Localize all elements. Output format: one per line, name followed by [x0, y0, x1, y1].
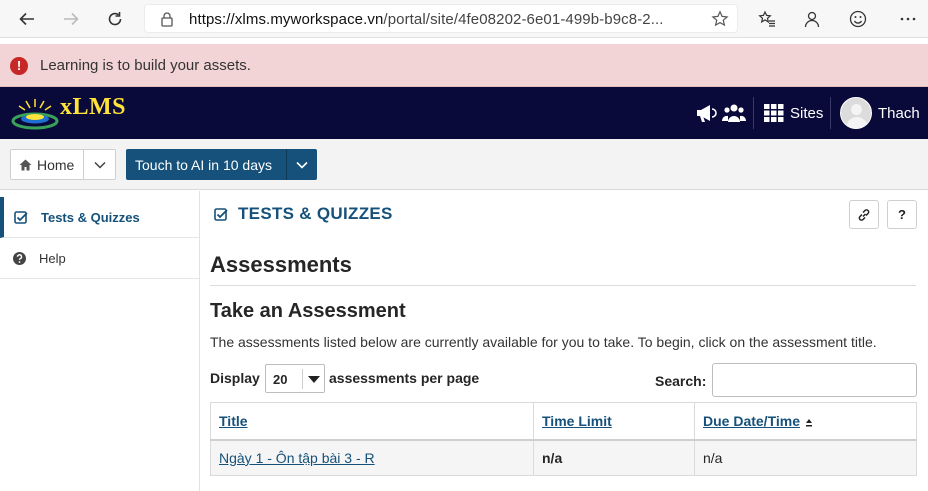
sidebar-item-label: Tests & Quizzes — [41, 209, 140, 225]
assessment-title-cell: Ngày 1 - Ôn tập bài 3 - R — [210, 439, 534, 476]
url-text: https://xlms.myworkspace.vn/portal/site/… — [189, 11, 664, 28]
grid-icon — [764, 104, 784, 122]
search-input[interactable] — [712, 363, 917, 397]
motd-message: Learning is to build your assets. — [40, 57, 251, 74]
column-header-time-limit[interactable]: Time Limit — [533, 402, 695, 441]
feedback-smiley-icon[interactable] — [847, 8, 869, 30]
table-row: Ngày 1 - Ôn tập bài 3 - R n/a n/a — [210, 439, 917, 476]
home-icon — [19, 159, 32, 170]
sort-by-due-date-link[interactable]: Due Date/Time — [703, 413, 800, 429]
browser-toolbar: https://xlms.myworkspace.vn/portal/site/… — [0, 0, 928, 38]
message-of-the-day-banner: ! Learning is to build your assets. — [0, 44, 928, 87]
megaphone-icon[interactable] — [694, 102, 718, 124]
more-menu-icon[interactable] — [897, 8, 919, 30]
sort-ascending-icon — [806, 418, 812, 427]
tool-title-text: TESTS & QUIZZES — [238, 204, 393, 223]
caret-down-icon — [308, 376, 320, 383]
question-circle-icon — [13, 251, 26, 265]
page-size-value: 20 — [273, 372, 288, 387]
column-header-due-date[interactable]: Due Date/Time — [694, 402, 917, 441]
profile-icon[interactable] — [801, 8, 823, 30]
section-heading: Take an Assessment — [210, 300, 406, 322]
chevron-down-icon — [296, 161, 308, 169]
lock-icon — [161, 12, 173, 27]
back-icon[interactable] — [14, 6, 40, 32]
refresh-icon[interactable] — [102, 6, 128, 32]
column-header-title[interactable]: Title — [210, 402, 534, 441]
assessments-table: Title Time Limit Due Date/Time Ngày 1 - … — [210, 402, 917, 476]
user-name: Thach — [878, 104, 920, 122]
help-button-label: ? — [898, 207, 906, 222]
check-square-icon — [14, 210, 28, 224]
users-group-icon[interactable] — [722, 102, 746, 124]
sidebar-item-help[interactable]: Help — [0, 238, 199, 279]
home-label: Home — [37, 156, 75, 173]
forward-icon[interactable] — [58, 6, 84, 32]
header-divider — [753, 97, 754, 129]
avatar — [840, 97, 872, 129]
page-heading: Assessments — [210, 252, 352, 277]
user-menu-button[interactable]: Thach — [840, 97, 920, 129]
favorites-list-icon[interactable] — [756, 8, 778, 30]
assessment-title-link[interactable]: Ngày 1 - Ôn tập bài 3 - R — [219, 450, 375, 466]
sites-label: Sites — [790, 104, 824, 122]
current-site-button[interactable]: Touch to AI in 10 days — [126, 149, 286, 180]
sort-by-title-link[interactable]: Title — [219, 413, 248, 429]
search-label: Search: — [655, 373, 707, 389]
instructions-text: The assessments listed below are current… — [210, 334, 877, 350]
sites-button[interactable]: Sites — [764, 100, 823, 126]
page-size-select[interactable]: 20 — [265, 364, 325, 393]
site-navigation: Home Touch to AI in 10 days — [0, 139, 928, 190]
current-site-label: Touch to AI in 10 days — [135, 156, 272, 173]
chevron-down-icon — [93, 161, 106, 169]
direct-link-button[interactable] — [849, 200, 879, 229]
current-site-dropdown-button[interactable] — [286, 149, 317, 180]
sidebar-item-label: Help — [39, 250, 66, 266]
due-date-cell: n/a — [694, 439, 917, 476]
sort-by-time-limit-link[interactable]: Time Limit — [542, 413, 612, 429]
tool-title: TESTS & QUIZZES — [214, 204, 393, 224]
time-limit-cell: n/a — [533, 439, 695, 476]
check-square-icon — [214, 207, 228, 221]
site-header: xLMS Sites Thach — [0, 87, 928, 139]
exclamation-circle-icon: ! — [10, 57, 28, 75]
favorite-star-icon[interactable] — [711, 10, 729, 28]
link-icon — [858, 208, 870, 221]
header-divider — [830, 97, 831, 129]
table-header-row: Title Time Limit Due Date/Time — [210, 402, 917, 441]
per-page-label: assessments per page — [329, 370, 480, 386]
tool-sidebar: Tests & Quizzes Help — [0, 191, 200, 491]
sidebar-item-tests-quizzes[interactable]: Tests & Quizzes — [0, 197, 199, 238]
divider — [210, 285, 916, 286]
address-bar[interactable]: https://xlms.myworkspace.vn/portal/site/… — [144, 4, 738, 33]
home-dropdown-button[interactable] — [84, 149, 116, 180]
home-site-button[interactable]: Home — [10, 149, 84, 180]
display-label: Display — [210, 370, 260, 386]
logo-text: xLMS — [60, 94, 127, 120]
help-button[interactable]: ? — [887, 200, 917, 229]
